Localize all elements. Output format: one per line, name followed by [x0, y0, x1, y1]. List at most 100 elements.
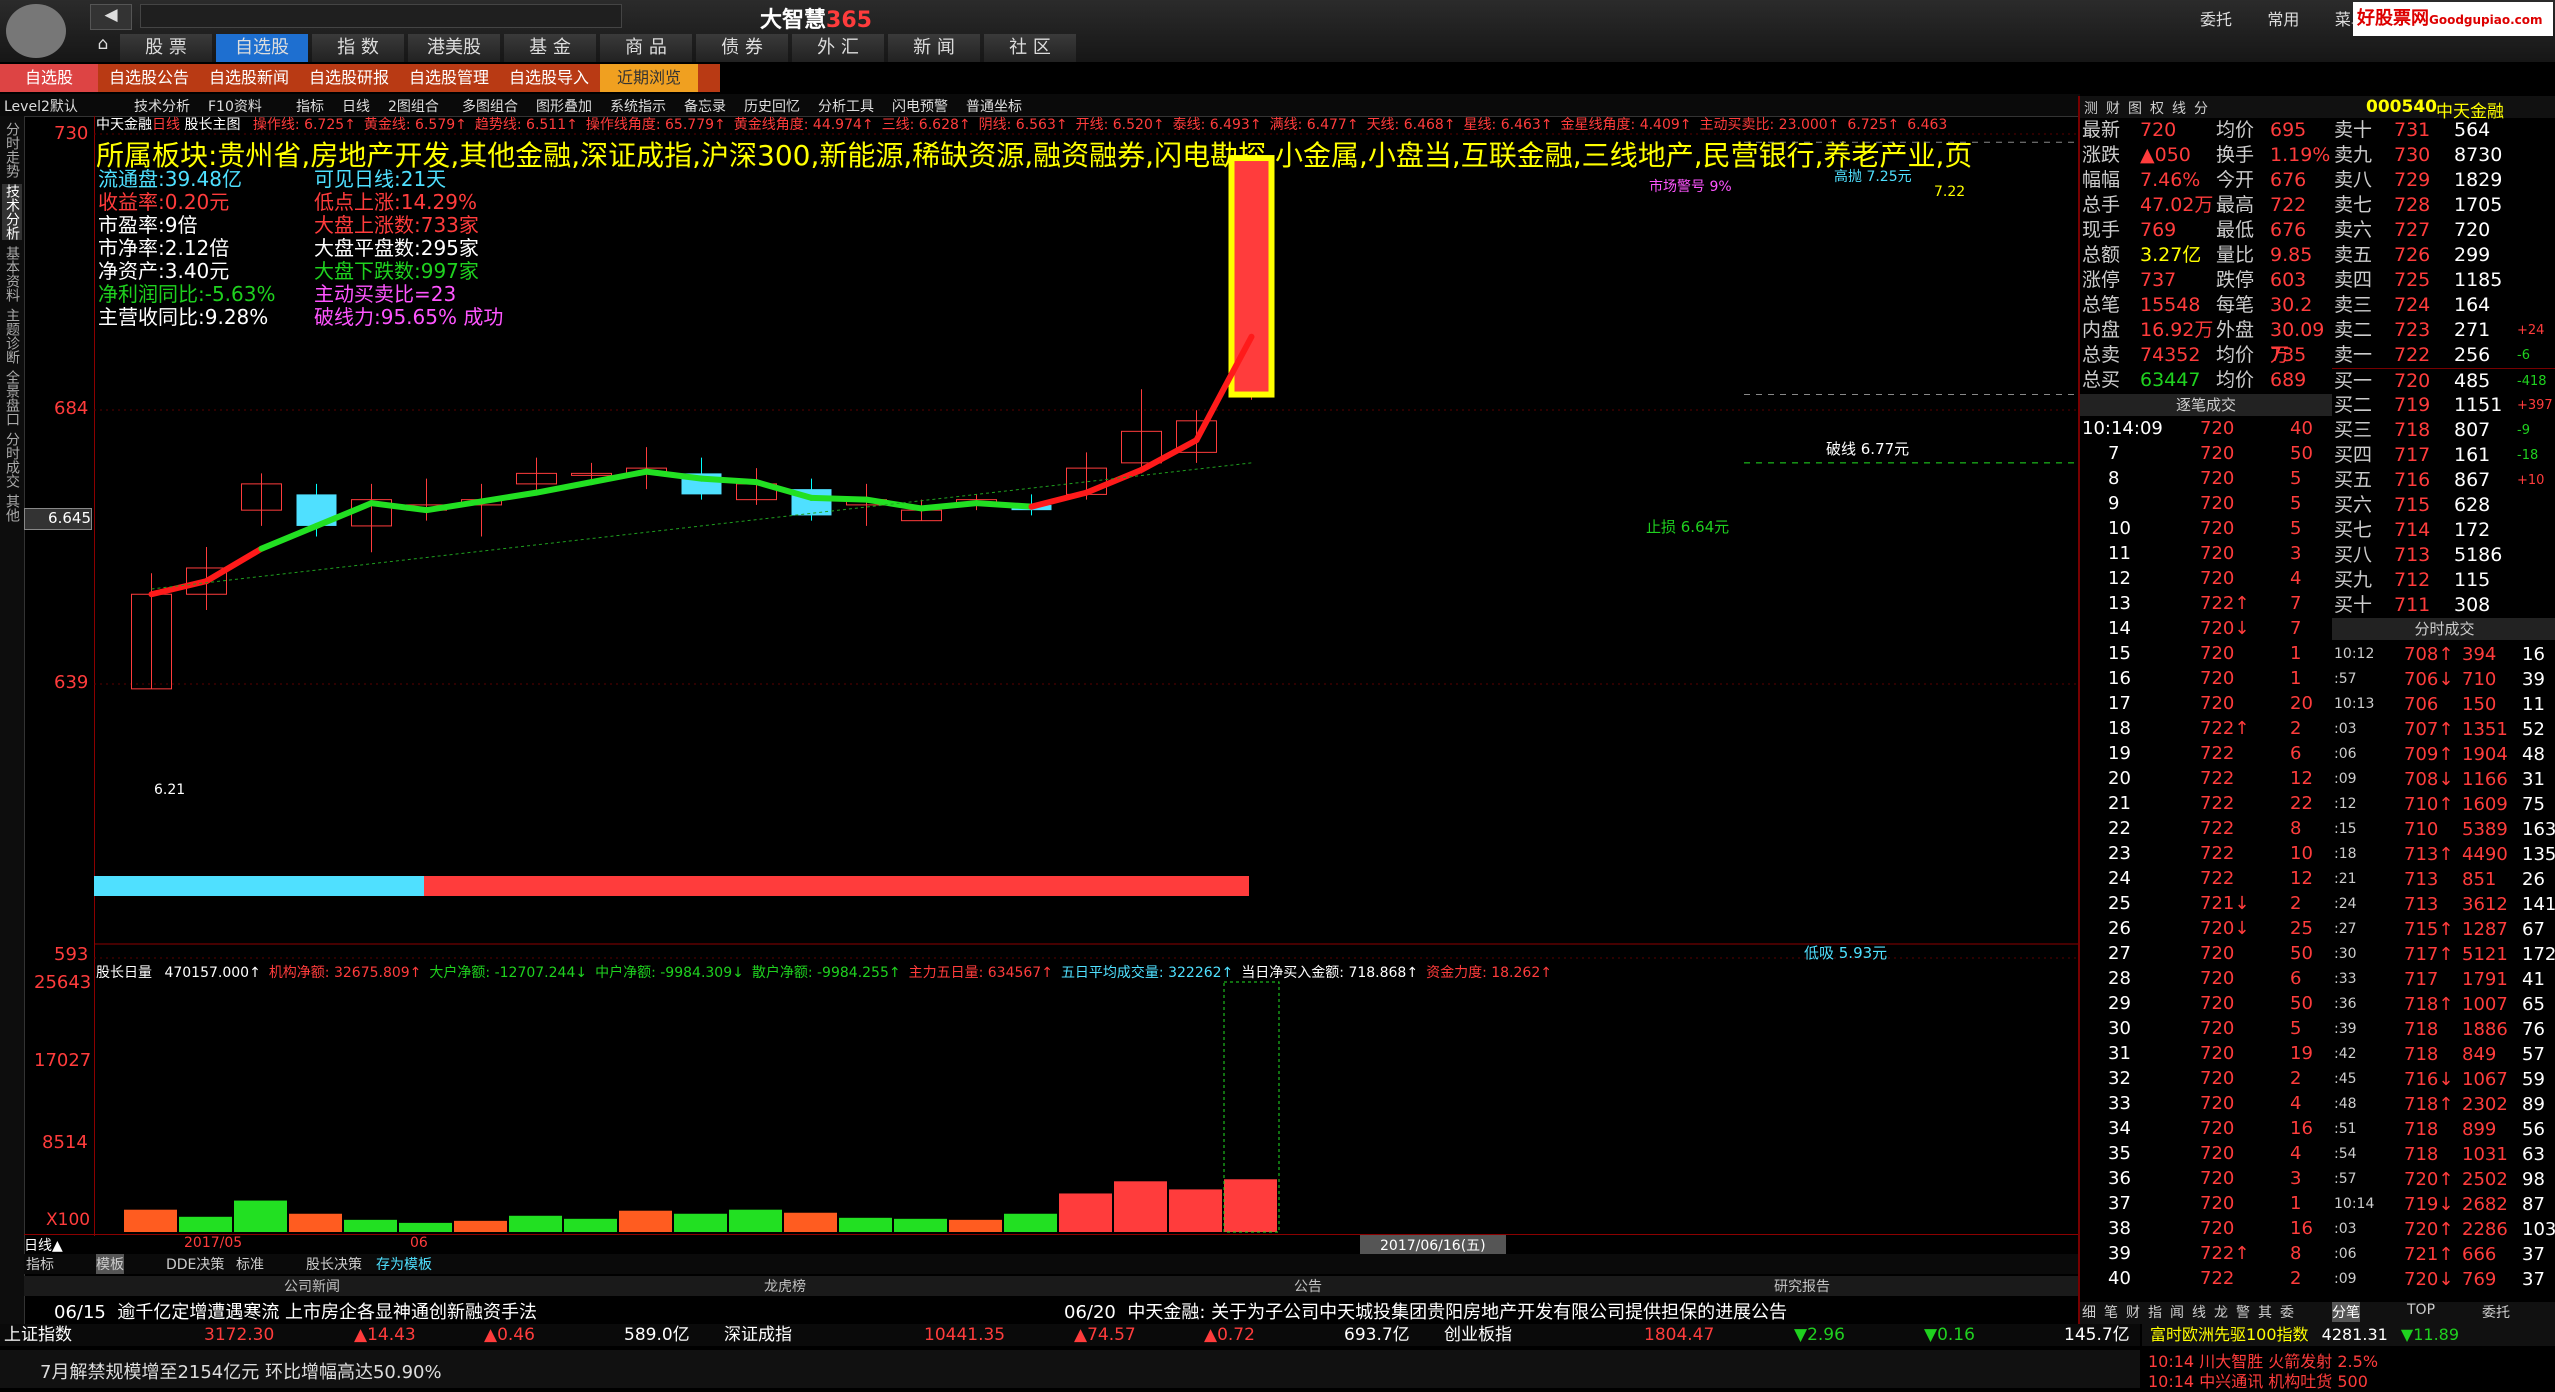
order-row[interactable]: 卖二 723 271 +24 [2332, 318, 2555, 343]
tab-qita[interactable]: 其他 [2, 494, 22, 522]
tab-jiben[interactable]: 基本资料 [2, 246, 22, 302]
order-row[interactable]: 卖六 727 720 [2332, 218, 2555, 243]
nav-item-1[interactable]: 自选股 [216, 34, 308, 62]
rp-tab-5[interactable]: 分 [2194, 98, 2208, 118]
nav-item-3[interactable]: 港美股 [408, 34, 500, 62]
order-row[interactable]: 卖七 728 1705 [2332, 193, 2555, 218]
indicator-tab-4[interactable]: 股长决策 [306, 1254, 362, 1274]
toolbar-item-3[interactable]: 指标 [296, 96, 324, 116]
toolbar-item-1[interactable]: 技术分析 [134, 96, 190, 116]
toolbar-item-5[interactable]: 2图组合 [388, 96, 439, 116]
subtab-0[interactable]: 自选股 [0, 64, 98, 92]
order-row[interactable]: 买一 720 485 -418 [2332, 368, 2555, 394]
news-right[interactable]: 06/20 中天金融: 关于为子公司中天城投集团贵阳房地产开发有限公司提供担保的… [1064, 1298, 1787, 1324]
toolbar-item-11[interactable]: 分析工具 [818, 96, 874, 116]
toolbar-item-7[interactable]: 图形叠加 [536, 96, 592, 116]
tab-dragon-tiger[interactable]: 龙虎榜 [764, 1276, 806, 1296]
order-row[interactable]: 买二 719 1151 +397 [2332, 393, 2555, 418]
toolbar-item-8[interactable]: 系统指示 [610, 96, 666, 116]
order-row[interactable]: 买六 715 628 [2332, 493, 2555, 518]
toolbar-item-12[interactable]: 闪电预警 [892, 96, 948, 116]
nav-item-5[interactable]: 商 品 [600, 34, 692, 62]
indicator-tab-2[interactable]: DDE决策 [166, 1254, 224, 1274]
nav-item-6[interactable]: 债 券 [696, 34, 788, 62]
order-row[interactable]: 卖五 726 299 [2332, 243, 2555, 268]
search-input[interactable] [140, 4, 622, 28]
toolbar-item-10[interactable]: 历史回忆 [744, 96, 800, 116]
rp-bottom-tab2-0[interactable]: 分笔 [2332, 1302, 2360, 1322]
order-row[interactable]: 卖八 729 1829 [2332, 168, 2555, 193]
indicator-tab-5[interactable]: 存为模板 [376, 1254, 432, 1274]
subtab-4[interactable]: 自选股管理 [400, 64, 498, 92]
tab-jishu[interactable]: 技术分析 [2, 184, 22, 240]
toolbar-item-13[interactable]: 普通坐标 [966, 96, 1022, 116]
index-n[interactable]: 深证成指 [724, 1324, 792, 1346]
tab-zhuti[interactable]: 主题诊断 [2, 308, 22, 364]
nav-item-9[interactable]: 社 区 [984, 34, 1076, 62]
indicator-tab-3[interactable]: 标准 [236, 1254, 264, 1274]
rp-bottom-tab2-1[interactable]: TOP [2407, 1302, 2435, 1318]
rp-bottom-tab-3[interactable]: 指 [2148, 1302, 2162, 1322]
subtab-6[interactable]: 近期浏览 [600, 64, 698, 92]
back-button-icon[interactable]: ◀ [90, 4, 132, 30]
nav-item-2[interactable]: 指 数 [312, 34, 404, 62]
rp-bottom-tab-2[interactable]: 财 [2126, 1302, 2140, 1322]
order-row[interactable]: 卖一 722 256 -6 [2332, 343, 2555, 368]
rp-tab-3[interactable]: 权 [2150, 98, 2164, 118]
nav-item-8[interactable]: 新 闻 [888, 34, 980, 62]
rp-bottom-tab-5[interactable]: 线 [2192, 1302, 2206, 1322]
rp-bottom-tab-4[interactable]: 闻 [2170, 1302, 2184, 1322]
tab-quanjing[interactable]: 全景盘口 [2, 370, 22, 426]
order-row[interactable]: 买九 712 115 [2332, 568, 2555, 593]
tab-chengjiao[interactable]: 分时成交 [2, 432, 22, 488]
menu-changyong[interactable]: 常用 [2267, 10, 2299, 29]
order-row[interactable]: 买四 717 161 -18 [2332, 443, 2555, 468]
home-icon[interactable]: ⌂ [88, 34, 118, 58]
rp-tab-1[interactable]: 财 [2106, 98, 2120, 118]
subtab-3[interactable]: 自选股研报 [300, 64, 398, 92]
rp-tab-2[interactable]: 图 [2128, 98, 2142, 118]
nav-item-4[interactable]: 基 金 [504, 34, 596, 62]
order-row[interactable]: 卖九 730 8730 [2332, 143, 2555, 168]
order-row[interactable]: 买五 716 867 +10 [2332, 468, 2555, 493]
tab-announcement[interactable]: 公告 [1294, 1276, 1322, 1296]
order-row[interactable]: 买八 713 5186 [2332, 543, 2555, 568]
toolbar-item-9[interactable]: 备忘录 [684, 96, 726, 116]
ad-banner[interactable]: 好股票网Goodgupiao.com [2353, 2, 2553, 36]
order-row[interactable]: 买三 718 807 -9 [2332, 418, 2555, 443]
subtab-2[interactable]: 自选股新闻 [200, 64, 298, 92]
nav-item-7[interactable]: 外 汇 [792, 34, 884, 62]
alert-news-2[interactable]: 10:14 中兴通讯 机构吐货 500 [2148, 1368, 2368, 1392]
order-row[interactable]: 卖三 724 164 [2332, 293, 2555, 318]
subtab-5[interactable]: 自选股导入 [500, 64, 598, 92]
indicator-tab-1[interactable]: 模板 [96, 1254, 124, 1274]
news-left[interactable]: 06/15 逾千亿定增遭遇寒流 上市房企各显神通创新融资手法 [54, 1298, 537, 1324]
rp-bottom-tab2-2[interactable]: 委托 [2482, 1302, 2510, 1322]
menu-weituo[interactable]: 委托 [2200, 10, 2232, 29]
order-row[interactable]: 买十 711 308 [2332, 593, 2555, 618]
index-n[interactable]: 创业板指 [1444, 1324, 1512, 1346]
rp-bottom-tab-6[interactable]: 龙 [2214, 1302, 2228, 1322]
toolbar-item-4[interactable]: 日线 [342, 96, 370, 116]
subtab-1[interactable]: 自选股公告 [100, 64, 198, 92]
tab-company-news[interactable]: 公司新闻 [284, 1276, 340, 1296]
index-n[interactable]: 上证指数 [4, 1324, 72, 1346]
rp-tab-0[interactable]: 测 [2084, 98, 2098, 118]
candlestick-chart[interactable] [94, 116, 2078, 1236]
rp-bottom-tab-9[interactable]: 委 [2280, 1302, 2294, 1322]
rp-bottom-tab-1[interactable]: 笔 [2104, 1302, 2118, 1322]
rp-tab-4[interactable]: 线 [2172, 98, 2186, 118]
period-toggle[interactable]: 日线▲ [24, 1235, 63, 1255]
tab-research[interactable]: 研究报告 [1774, 1276, 1830, 1296]
indicator-tab-0[interactable]: 指标 [26, 1254, 54, 1274]
toolbar-item-0[interactable]: Level2默认 [4, 96, 78, 116]
rp-bottom-tab-7[interactable]: 警 [2236, 1302, 2250, 1322]
order-row[interactable]: 卖十 731 564 [2332, 118, 2555, 143]
order-row[interactable]: 买七 714 172 [2332, 518, 2555, 543]
rp-bottom-tab-0[interactable]: 细 [2082, 1302, 2096, 1322]
ticker-text[interactable]: 7月解禁规模增至2154亿元 环比增幅高达50.90% [40, 1358, 442, 1384]
nav-item-0[interactable]: 股 票 [120, 34, 212, 62]
toolbar-item-2[interactable]: F10资料 [208, 96, 262, 116]
rp-bottom-tab-8[interactable]: 其 [2258, 1302, 2272, 1322]
tab-fenshi[interactable]: 分时走势 [2, 122, 22, 178]
